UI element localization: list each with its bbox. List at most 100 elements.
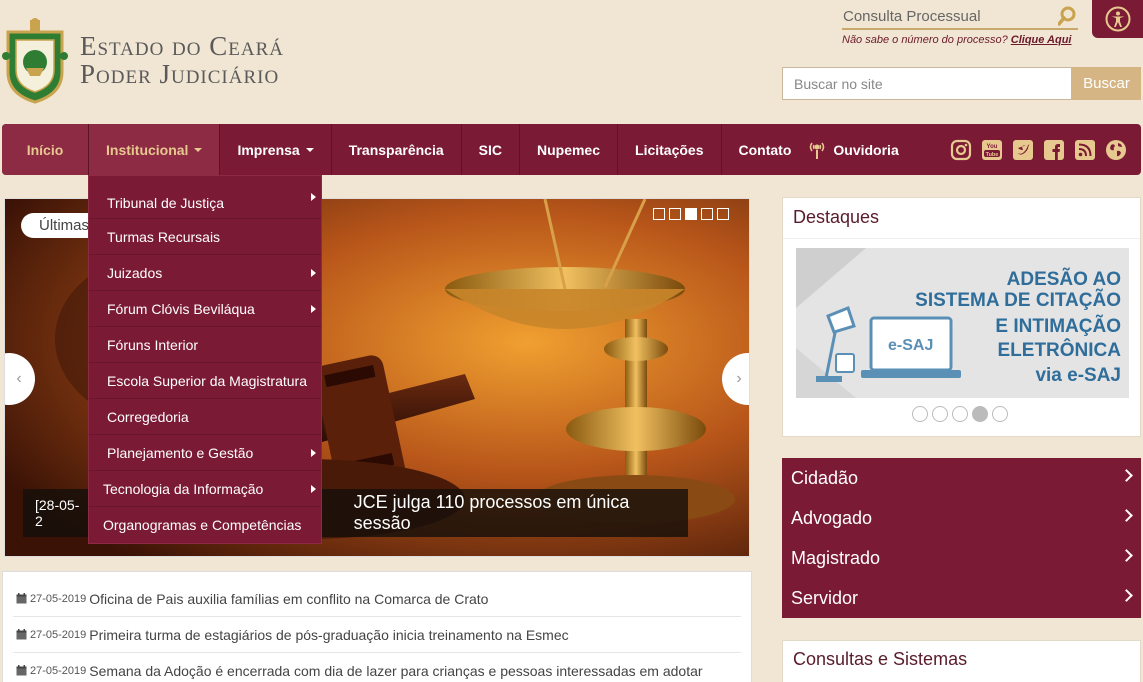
rss-icon[interactable] — [1074, 139, 1096, 161]
carousel-indicators — [653, 208, 729, 220]
nav-licitacoes-label: Licitações — [635, 141, 704, 158]
caret-right-icon — [311, 484, 316, 493]
ouvidoria-icon — [810, 142, 825, 159]
search-icon[interactable] — [1058, 6, 1076, 26]
news-item[interactable]: 27-05-2019 Primeira turma de estagiários… — [13, 617, 741, 653]
nav-ouvidoria-label: Ouvidoria — [833, 141, 899, 158]
nav-transparencia[interactable]: Transparência — [332, 124, 462, 175]
dd-tribunal-de-justica[interactable]: Tribunal de Justiça — [89, 176, 321, 219]
esaj-banner[interactable]: e-SAJ ADESÃO AO SISTEMA DE CITAÇÃO E INT… — [796, 248, 1129, 398]
instagram-icon[interactable] — [950, 139, 972, 161]
chevron-right-icon: › — [736, 370, 742, 387]
consultas-title: Consultas e Sistemas — [793, 649, 968, 669]
menu-label: Cidadão — [791, 467, 859, 488]
news-title: Oficina de Pais auxilia famílias em conf… — [89, 590, 489, 607]
coat-of-arms-logo[interactable] — [2, 16, 68, 104]
carousel-dot[interactable] — [669, 208, 681, 220]
caret-down-icon — [194, 147, 203, 152]
chevron-right-icon — [1120, 549, 1133, 562]
banner-line: via e-SAJ — [1035, 365, 1121, 386]
nav-nupemec[interactable]: Nupemec — [520, 124, 619, 175]
dd-label: Fóruns Interior — [107, 336, 199, 353]
institucional-dropdown: Tribunal de Justiça Turmas Recursais Jui… — [88, 175, 322, 544]
dd-foruns-interior[interactable]: Fóruns Interior — [89, 327, 321, 363]
menu-magistrado[interactable]: Magistrado — [782, 538, 1141, 578]
nav-inicio-label: Início — [26, 141, 64, 158]
caret-right-icon — [311, 448, 316, 457]
svg-text:Tube: Tube — [986, 152, 999, 158]
dd-planejamento-gestao[interactable]: Planejamento e Gestão — [89, 435, 321, 471]
nav-inicio[interactable]: Início — [2, 124, 89, 175]
carousel-dot-active[interactable] — [685, 208, 697, 220]
audience-menu: Cidadão Advogado Magistrado Servidor — [782, 458, 1141, 618]
nav-imprensa[interactable]: Imprensa — [220, 124, 332, 175]
calendar-icon — [16, 629, 27, 640]
svg-text:You: You — [987, 144, 998, 150]
consulta-hint-text: Não sabe o número do processo? — [842, 34, 1011, 46]
news-date: 27-05-2019 — [30, 628, 87, 641]
site-search-button[interactable]: Buscar — [1072, 67, 1141, 100]
dd-label: Planejamento e Gestão — [107, 444, 254, 461]
accessibility-icon — [1105, 6, 1130, 32]
chevron-right-icon — [1120, 469, 1133, 482]
carousel-dot[interactable] — [701, 208, 713, 220]
dd-escola-superior[interactable]: Escola Superior da Magistratura — [89, 363, 321, 399]
carousel-dot[interactable] — [717, 208, 729, 220]
menu-cidadao[interactable]: Cidadão — [782, 458, 1141, 498]
youtube-icon[interactable]: You Tube — [981, 139, 1003, 161]
news-item[interactable]: 27-05-2019 Semana da Adoção é encerrada … — [13, 653, 741, 682]
dd-forum-clovis-bevilaqua[interactable]: Fórum Clóvis Beviláqua — [89, 291, 321, 327]
banner-dot[interactable] — [932, 406, 948, 422]
nav-licitacoes[interactable]: Licitações — [618, 124, 722, 175]
banner-line: E INTIMAÇÃO — [995, 315, 1121, 337]
accessibility-button[interactable] — [1092, 0, 1143, 38]
banner-dot[interactable] — [952, 406, 968, 422]
chevron-right-icon — [1120, 589, 1133, 602]
site-brand[interactable]: Estado do Ceará Poder Judiciário — [80, 32, 284, 88]
caret-right-icon — [311, 304, 316, 313]
nav-contato[interactable]: Contato — [722, 124, 809, 175]
dd-juizados[interactable]: Juizados — [89, 255, 321, 291]
banner-line: SISTEMA DE CITAÇÃO — [915, 289, 1121, 311]
banner-indicators — [912, 406, 1008, 422]
dd-label: Tribunal de Justiça — [107, 194, 224, 211]
menu-servidor[interactable]: Servidor — [782, 578, 1141, 618]
globe-icon[interactable] — [1105, 139, 1127, 161]
banner-dot-active[interactable] — [972, 406, 988, 422]
clique-aqui-link[interactable]: Clique Aqui — [1011, 34, 1072, 46]
menu-advogado[interactable]: Advogado — [782, 498, 1141, 538]
dd-tecnologia-informacao[interactable]: Tecnologia da Informação — [89, 471, 321, 507]
consulta-processual: Não sabe o número do processo? Clique Aq… — [842, 4, 1078, 46]
dd-corregedoria[interactable]: Corregedoria — [89, 399, 321, 435]
caret-right-icon — [311, 193, 316, 201]
facebook-icon[interactable] — [1043, 139, 1065, 161]
site-search-input[interactable] — [782, 67, 1072, 100]
dd-label: Organogramas e Competências — [103, 517, 302, 533]
banner-dot[interactable] — [992, 406, 1008, 422]
site-search: Buscar — [782, 67, 1141, 100]
nav-institucional-label: Institucional — [106, 141, 189, 158]
consultas-panel: Consultas e Sistemas — [782, 640, 1141, 682]
dd-organogramas[interactable]: Organogramas e Competências — [89, 507, 321, 543]
destaques-title: Destaques — [783, 198, 1140, 239]
dd-label: Escola Superior da Magistratura — [107, 372, 307, 389]
nav-transparencia-label: Transparência — [348, 141, 444, 158]
carousel-dot[interactable] — [653, 208, 665, 220]
nav-ouvidoria[interactable]: Ouvidoria — [808, 124, 915, 175]
banner-dot[interactable] — [912, 406, 928, 422]
nav-sic-label: SIC — [478, 141, 502, 158]
dd-label: Fórum Clóvis Beviláqua — [107, 300, 255, 317]
twitter-icon[interactable] — [1012, 139, 1034, 161]
news-item[interactable]: 27-05-2019 Oficina de Pais auxilia famíl… — [13, 581, 741, 617]
banner-line: ELETRÔNICA — [998, 339, 1122, 361]
dd-turmas-recursais[interactable]: Turmas Recursais — [89, 219, 321, 255]
consulta-processual-input[interactable] — [842, 4, 1078, 30]
dd-label: Turmas Recursais — [107, 228, 221, 245]
consulta-hint: Não sabe o número do processo? Clique Aq… — [842, 34, 1078, 46]
menu-label: Advogado — [791, 507, 873, 528]
calendar-icon — [16, 665, 27, 676]
nav-institucional[interactable]: Institucional — [89, 124, 221, 175]
caption-title: JCE julga 110 processos em única sessão — [353, 492, 630, 533]
news-list: 27-05-2019 Oficina de Pais auxilia famíl… — [2, 571, 752, 682]
nav-sic[interactable]: SIC — [462, 124, 520, 175]
